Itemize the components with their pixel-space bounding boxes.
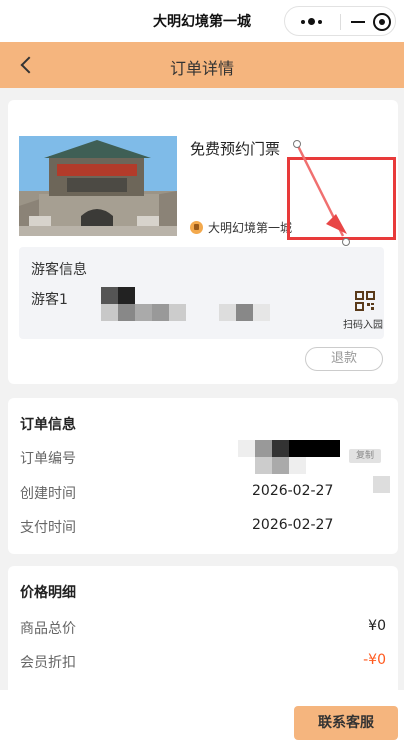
venue-logo-icon bbox=[190, 221, 203, 234]
paid-time-label: 支付时间 bbox=[20, 520, 76, 536]
close-target-icon[interactable] bbox=[373, 13, 391, 31]
order-no-label: 订单编号 bbox=[20, 451, 76, 467]
created-time-value: 2026-02-27 bbox=[252, 483, 334, 499]
product-image bbox=[19, 136, 177, 236]
more-dots-icon[interactable] bbox=[299, 14, 327, 30]
qr-code-icon bbox=[355, 291, 375, 311]
order-info-card: 订单信息 订单编号 复制 创建时间 2026-02-27 支付时间 2026-0… bbox=[8, 398, 398, 554]
scan-entry-button[interactable]: 扫码入园 bbox=[309, 255, 404, 335]
visitor-name: 游客1 bbox=[31, 292, 68, 308]
venue-row: 大明幻境第一城 bbox=[190, 219, 292, 236]
contact-service-button[interactable]: 联系客服 bbox=[294, 706, 398, 740]
refund-button[interactable]: 退款 bbox=[305, 347, 383, 371]
member-discount-value: -¥0 bbox=[363, 652, 386, 668]
minimize-icon[interactable] bbox=[351, 21, 365, 23]
total-price-value: ¥0 bbox=[368, 618, 386, 634]
venue-name: 大明幻境第一城 bbox=[208, 221, 293, 235]
created-time-label: 创建时间 bbox=[20, 486, 76, 502]
visitor-info-panel: 游客信息 游客1 扫码入园 bbox=[19, 247, 384, 339]
paid-time-value: 2026-02-27 bbox=[252, 517, 334, 533]
order-info-title: 订单信息 bbox=[20, 417, 76, 433]
miniprogram-top-bar: 大明幻境第一城 bbox=[0, 0, 404, 42]
scan-entry-label: 扫码入园 bbox=[343, 320, 383, 331]
annotation-highlight-box bbox=[287, 157, 396, 240]
visitor-section-label: 游客信息 bbox=[31, 262, 87, 278]
price-detail-card: 价格明细 商品总价 ¥0 会员折扣 -¥0 bbox=[8, 566, 398, 696]
member-discount-label: 会员折扣 bbox=[20, 655, 76, 671]
ticket-card: 免费预约门票 大明幻境第一城 游客信息 游客1 扫码入园 退款 bbox=[8, 100, 398, 384]
capsule-menu bbox=[284, 6, 396, 36]
bottom-action-bar: 联系客服 bbox=[0, 690, 404, 754]
product-name: 免费预约门票 bbox=[190, 140, 281, 158]
capsule-divider bbox=[340, 14, 341, 30]
page-title: 订单详情 bbox=[169, 59, 234, 78]
total-price-label: 商品总价 bbox=[20, 621, 76, 637]
nav-bar: 订单详情 bbox=[0, 42, 404, 88]
copy-order-no-button[interactable]: 复制 bbox=[349, 449, 381, 463]
price-title: 价格明细 bbox=[20, 585, 76, 601]
